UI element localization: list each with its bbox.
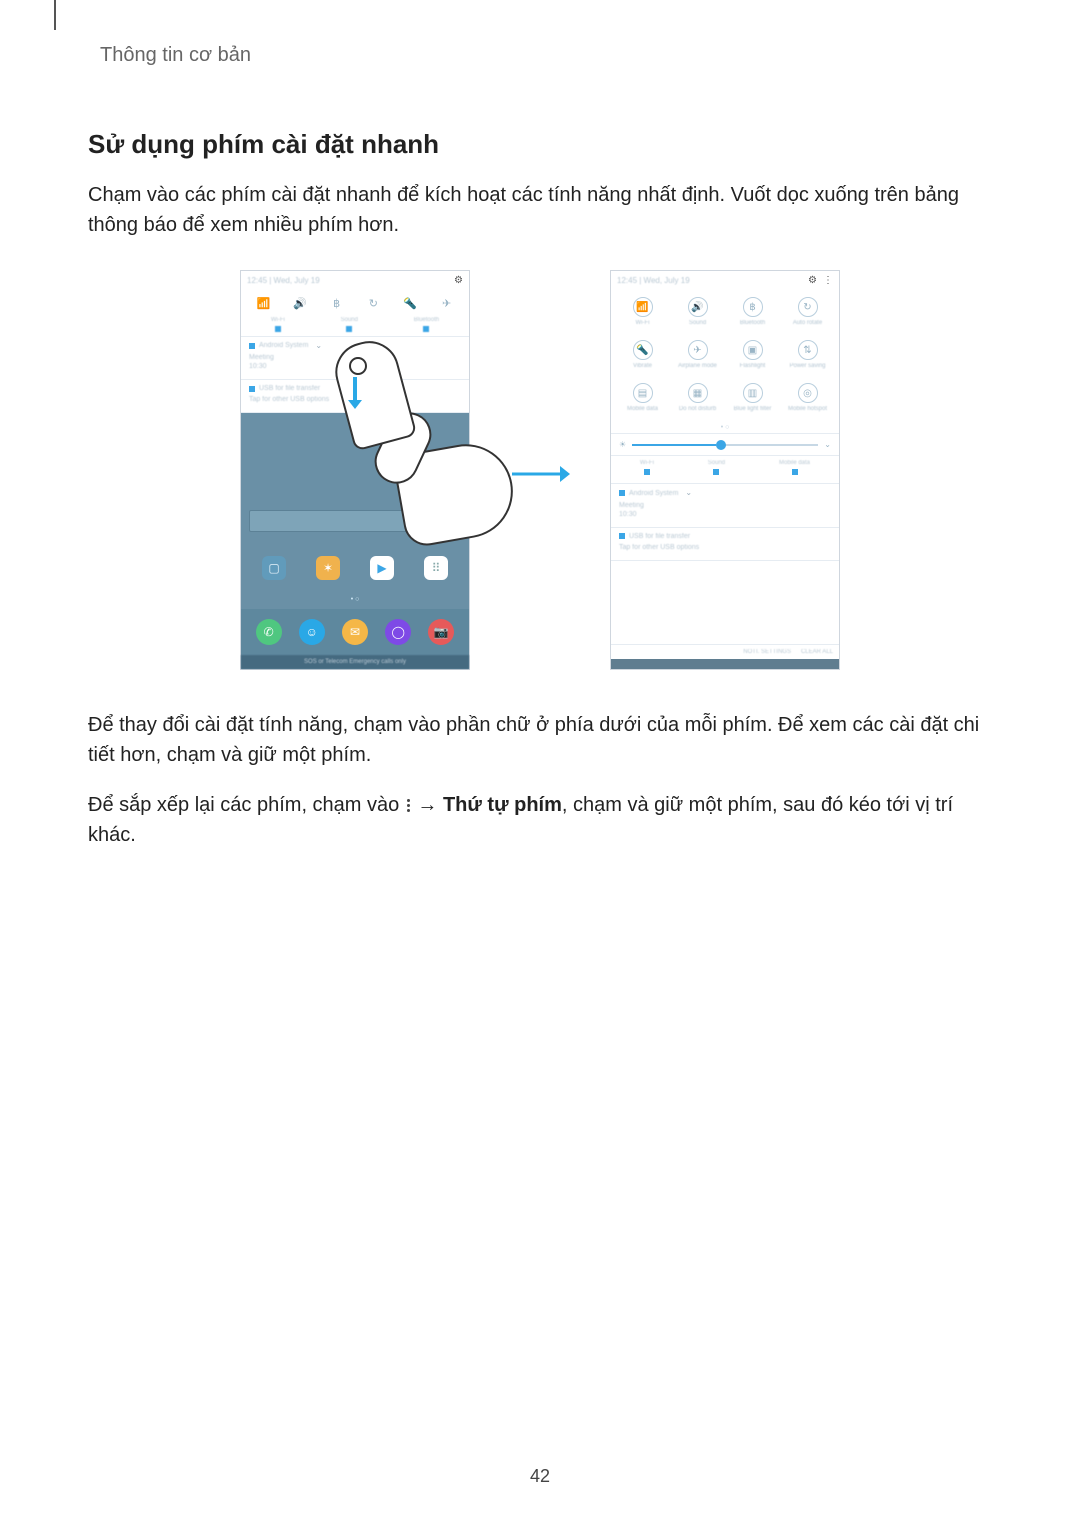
gear-icon[interactable]: [454, 275, 463, 286]
nfc-icon: ▦: [688, 383, 708, 403]
bluetooth-icon[interactable]: ฿: [330, 296, 344, 310]
mobile-data-icon: ⇅: [798, 340, 818, 360]
airplane-icon[interactable]: ✈: [440, 296, 454, 310]
slider-knob[interactable]: [716, 440, 726, 450]
contacts-app-icon[interactable]: ☺: [299, 619, 325, 645]
slider-track[interactable]: [632, 444, 818, 446]
status-time: 12:45 | Wed, July 19: [617, 276, 690, 285]
sim-card[interactable]: Wi-Fi: [640, 460, 654, 475]
status-time: 12:45 | Wed, July 19: [247, 276, 320, 285]
quick-settings-labels: Wi-Fi Sound Bluetooth: [241, 317, 469, 337]
flashlight-icon[interactable]: 🔦: [403, 296, 417, 310]
section-title: Sử dụng phím cài đặt nhanh: [88, 129, 992, 160]
nav-bar-strip: [611, 659, 839, 669]
location-icon: ◎: [798, 383, 818, 403]
qs-tile[interactable]: ▥Blue light filter: [725, 379, 780, 422]
brightness-icon: ☀: [619, 440, 626, 449]
quick-settings-grid: 📶Wi-Fi 🔊Sound ฿Bluetooth ↻Auto rotate 🔦V…: [611, 289, 839, 422]
rotate-icon: ↻: [798, 297, 818, 317]
sound-icon[interactable]: 🔊: [293, 296, 307, 310]
wifi-icon: 📶: [633, 297, 653, 317]
notif-settings-button[interactable]: NOTI. SETTINGS: [743, 649, 791, 655]
paragraph-change-settings: Để thay đổi cài đặt tính năng, chạm vào …: [88, 710, 992, 770]
more-icon[interactable]: [817, 275, 833, 286]
notification-2[interactable]: USB for file transfer Tap for other USB …: [611, 528, 839, 561]
phone-after: 12:45 | Wed, July 19 📶Wi-Fi 🔊Sound ฿Blue…: [610, 270, 840, 670]
grid-page-indicator: • ○: [611, 422, 839, 433]
qs-tile[interactable]: ฿Bluetooth: [725, 293, 780, 336]
sim-card[interactable]: Sound: [708, 460, 725, 475]
wifi-icon[interactable]: 📶: [256, 296, 270, 310]
sim-card[interactable]: Mobile data: [779, 460, 810, 475]
app-icon[interactable]: ✶: [316, 556, 340, 580]
phone-app-icon[interactable]: ✆: [256, 619, 282, 645]
brightness-slider[interactable]: ☀ ⌄: [611, 433, 839, 456]
qs-tile[interactable]: ▣Flashlight: [725, 336, 780, 379]
qs-tile[interactable]: ⇅Power saving: [780, 336, 835, 379]
qs-tile[interactable]: 🔦Vibrate: [615, 336, 670, 379]
page-tab-edge: [54, 0, 56, 30]
panel-footer: NOTI. SETTINGS CLEAR ALL: [611, 644, 839, 659]
clear-all-button[interactable]: CLEAR ALL: [801, 649, 833, 655]
sound-icon: 🔊: [688, 297, 708, 317]
more-icon: [407, 799, 410, 812]
sim-cards-row: Wi-Fi Sound Mobile data: [611, 456, 839, 484]
breadcrumb: Thông tin cơ bản: [88, 24, 992, 67]
app-icon[interactable]: ▢: [262, 556, 286, 580]
qs-tile[interactable]: ▦Do not disturb: [670, 379, 725, 422]
airplane-icon: ✈: [688, 340, 708, 360]
status-bar: 12:45 | Wed, July 19: [241, 271, 469, 289]
page-number: 42: [0, 1466, 1080, 1487]
quick-settings-row: 📶 🔊 ฿ ↻ 🔦 ✈: [241, 289, 469, 317]
phone-before: 12:45 | Wed, July 19 📶 🔊 ฿ ↻ 🔦 ✈ Wi-Fi S…: [240, 270, 470, 670]
notification-1[interactable]: Android System⌄ Meeting 10:30: [611, 484, 839, 528]
flashlight-icon: 🔦: [633, 340, 653, 360]
qs-tile[interactable]: ◎Mobile hotspot: [780, 379, 835, 422]
home-dock-row-2: ✆ ☺ ✉ ◯ 📷: [241, 609, 469, 655]
rotate-icon[interactable]: ↻: [366, 296, 380, 310]
qs-tile[interactable]: 🔊Sound: [670, 293, 725, 336]
app-icon[interactable]: ▶: [370, 556, 394, 580]
paragraph-reorder: Để sắp xếp lại các phím, chạm vào → Thứ …: [88, 790, 992, 850]
qs-label: Wi-Fi: [271, 317, 285, 332]
qs-tile[interactable]: 📶Wi-Fi: [615, 293, 670, 336]
qs-label: Bluetooth: [414, 317, 439, 332]
home-screen-area: ▢ ✶ ▶ ⠿ • ○ ✆ ☺ ✉ ◯ 📷 SOS or Telecom Eme…: [241, 413, 469, 669]
status-bar: 12:45 | Wed, July 19: [611, 271, 839, 289]
chevron-down-icon[interactable]: ⌄: [824, 440, 831, 449]
blue-light-icon: ▥: [743, 383, 763, 403]
bluetooth-icon: ฿: [743, 297, 763, 317]
qs-tile[interactable]: ✈Airplane mode: [670, 336, 725, 379]
figure-row: 12:45 | Wed, July 19 📶 🔊 ฿ ↻ 🔦 ✈ Wi-Fi S…: [88, 270, 992, 670]
qs-label: Sound: [341, 317, 358, 332]
power-saving-icon: ▣: [743, 340, 763, 360]
home-dock-row-1: ▢ ✶ ▶ ⠿: [241, 546, 469, 590]
touch-point-icon: [349, 357, 367, 375]
performance-icon: ▤: [633, 383, 653, 403]
qs-tile[interactable]: ▤Mobile data: [615, 379, 670, 422]
page-indicator: • ○: [241, 590, 469, 609]
swipe-down-arrow-icon: [353, 377, 357, 401]
qs-tile[interactable]: ↻Auto rotate: [780, 293, 835, 336]
intro-paragraph: Chạm vào các phím cài đặt nhanh để kích …: [88, 180, 992, 240]
gear-icon[interactable]: [808, 275, 817, 286]
emergency-bar: SOS or Telecom Emergency calls only: [241, 655, 469, 669]
finder-search[interactable]: [249, 510, 461, 532]
messages-app-icon[interactable]: ✉: [342, 619, 368, 645]
camera-app-icon[interactable]: 📷: [428, 619, 454, 645]
app-icon[interactable]: ⠿: [424, 556, 448, 580]
arrow-right-icon: [510, 443, 570, 498]
browser-app-icon[interactable]: ◯: [385, 619, 411, 645]
